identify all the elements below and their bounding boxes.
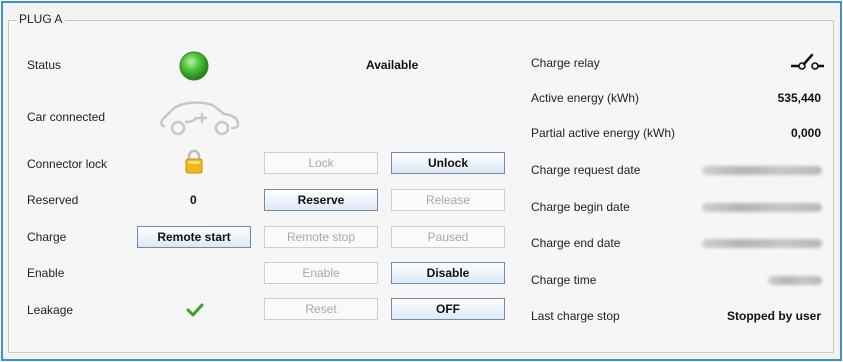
charge-request-date-label: Charge request date: [531, 163, 641, 177]
unlock-button[interactable]: Unlock: [391, 152, 505, 174]
charge-relay-label: Charge relay: [531, 56, 600, 70]
release-button[interactable]: Release: [391, 189, 505, 211]
last-charge-stop-label: Last charge stop: [531, 309, 620, 323]
charge-end-date-label: Charge end date: [531, 236, 621, 250]
charge-label: Charge: [27, 230, 67, 244]
panel-title: PLUG A: [16, 12, 66, 26]
status-value: Available: [366, 58, 419, 72]
car-connected-label: Car connected: [27, 110, 106, 124]
charge-request-date-redacted: [702, 166, 822, 175]
charge-begin-date-label: Charge begin date: [531, 200, 630, 214]
active-energy-value: 535,440: [777, 91, 821, 105]
status-indicator-icon: [179, 51, 209, 81]
last-charge-stop-value: Stopped by user: [726, 309, 821, 323]
remote-start-button[interactable]: Remote start: [137, 226, 251, 248]
car-connected-icon: [160, 101, 240, 136]
partial-active-energy-value: 0,000: [790, 126, 821, 140]
connector-lock-label: Connector lock: [27, 157, 108, 171]
paused-button[interactable]: Paused: [391, 226, 505, 248]
check-icon: [186, 303, 204, 317]
partial-active-energy-label: Partial active energy (kWh): [531, 126, 676, 140]
charge-begin-date-redacted: [702, 203, 822, 212]
reserved-label: Reserved: [27, 193, 79, 207]
disable-button[interactable]: Disable: [391, 262, 505, 284]
status-label: Status: [27, 58, 62, 72]
charge-end-date-redacted: [702, 239, 822, 248]
off-button[interactable]: OFF: [391, 298, 505, 320]
reset-button[interactable]: Reset: [264, 298, 378, 320]
lock-icon: [185, 149, 203, 174]
enable-button[interactable]: Enable: [264, 262, 378, 284]
active-energy-label: Active energy (kWh): [531, 91, 640, 105]
leakage-label: Leakage: [27, 303, 74, 317]
reserved-value: 0: [190, 193, 197, 207]
charge-time-redacted: [768, 276, 822, 285]
charge-time-label: Charge time: [531, 273, 597, 287]
enable-label: Enable: [27, 266, 65, 280]
reserve-button[interactable]: Reserve: [264, 189, 378, 211]
charge-relay-switch-icon: [791, 53, 824, 70]
remote-stop-button[interactable]: Remote stop: [264, 226, 378, 248]
lock-button[interactable]: Lock: [264, 152, 378, 174]
